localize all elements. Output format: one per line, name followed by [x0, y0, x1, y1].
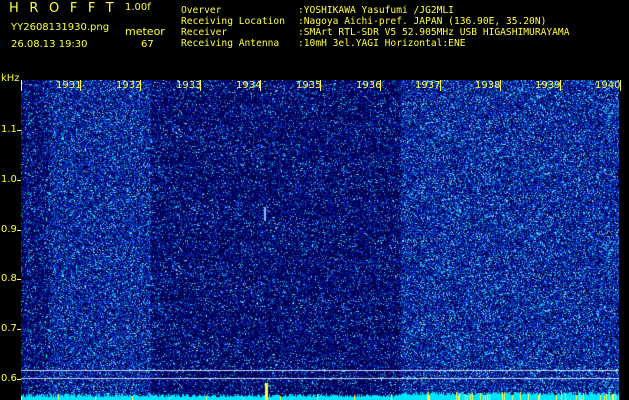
x-tick-label: 1933 [176, 80, 202, 91]
x-tick-label: 1936 [356, 80, 382, 91]
y-tick-label: 0.9 [1, 224, 17, 235]
mode-label: meteor [125, 25, 165, 38]
image-filename: YY2608131930.png [11, 22, 110, 33]
x-tick-mark [21, 80, 22, 91]
x-tick-label: 1940 [595, 80, 621, 91]
x-tick-label: 1939 [535, 80, 561, 91]
x-tick-label: 1931 [56, 80, 82, 91]
y-axis-unit: kHz [1, 73, 20, 84]
x-tick-label: 1932 [116, 80, 142, 91]
info-label: Receiving Antenna [181, 38, 280, 49]
info-label: Receiving Location [181, 16, 285, 27]
y-tick-label: 1.1 [1, 124, 17, 135]
x-tick-label: 1938 [475, 80, 501, 91]
waterfall-spectrogram [21, 80, 619, 400]
info-value: :Nagoya Aichi-pref. JAPAN (136.90E, 35.2… [298, 16, 547, 27]
x-tick-label: 1935 [296, 80, 322, 91]
hrofft-window: HROFFT 1.00f YY2608131930.png meteor 26.… [0, 0, 629, 400]
x-tick-label: 1934 [236, 80, 262, 91]
x-tick-label: 1937 [415, 80, 441, 91]
y-tick-label: 0.6 [1, 373, 17, 384]
app-version: 1.00f [125, 2, 151, 13]
station-info: Overver :YOSHIKAWA Yasufumi /JG2MLI Recei… [181, 5, 569, 49]
y-tick-label: 0.8 [1, 273, 17, 284]
app-title: HROFFT [9, 1, 125, 16]
waterfall-plot [21, 80, 619, 400]
y-tick-label: 0.7 [1, 323, 17, 334]
info-row-receiver: Receiver :SMArt RTL-SDR V5 52.905MHz USB … [181, 27, 569, 38]
info-row-location: Receiving Location :Nagoya Aichi-pref. JA… [181, 16, 569, 27]
info-row-antenna: Receiving Antenna :10mH 3el.YAGI Horizont… [181, 38, 569, 49]
meteor-count: 67 [141, 39, 154, 50]
date-time: 26.08.13 19:30 [11, 39, 88, 50]
info-label: Overver [181, 5, 222, 16]
info-value: :YOSHIKAWA Yasufumi /JG2MLI [298, 5, 454, 16]
info-value: :10mH 3el.YAGI Horizontal:ENE [298, 38, 466, 49]
info-row-observer: Overver :YOSHIKAWA Yasufumi /JG2MLI [181, 5, 569, 16]
info-value: :SMArt RTL-SDR V5 52.905MHz USB HIGASHIM… [298, 27, 570, 38]
info-label: Receiver [181, 27, 228, 38]
y-tick-label: 1.0 [1, 174, 17, 185]
